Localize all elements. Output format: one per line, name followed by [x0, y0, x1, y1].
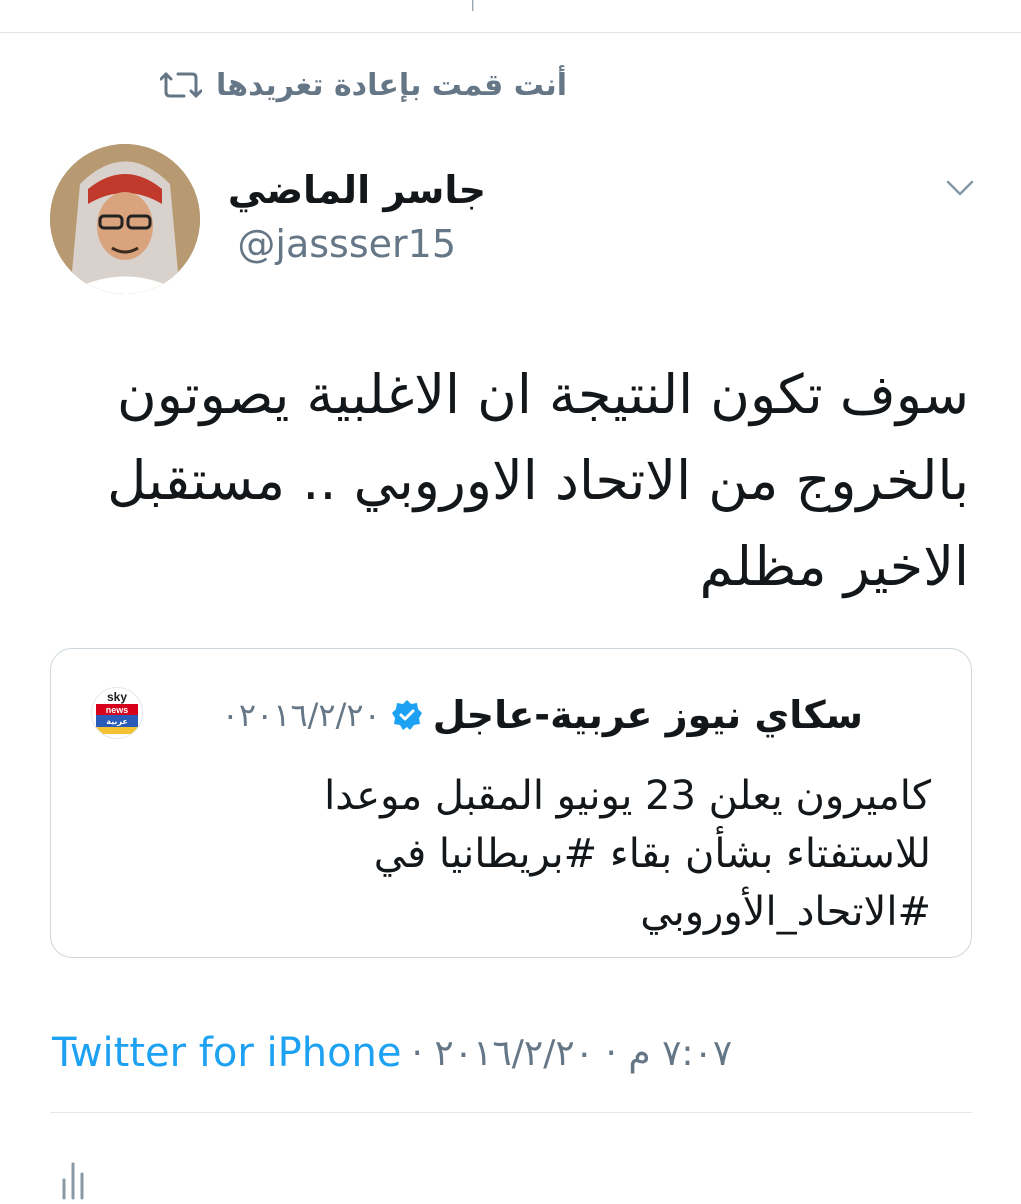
- tweet-line: الاخير مظلم: [699, 535, 969, 598]
- logo-news-text: news: [106, 705, 129, 715]
- quoted-line: #الاتحاد_الأوروبي: [640, 889, 931, 935]
- quoted-date: ٠٢٠١٦/٢/٢٠: [221, 696, 381, 734]
- quoted-line: كاميرون يعلن 23 يونيو المقبل موعدا: [324, 773, 931, 819]
- bottom-divider: [50, 1112, 972, 1113]
- top-partial-text: |: [470, 0, 476, 11]
- logo-arabic-text: عربية: [106, 717, 128, 726]
- source-link[interactable]: Twitter for iPhone: [52, 1030, 402, 1076]
- retweet-icon: [160, 70, 202, 100]
- tweet-line: بالخروج من الاتحاد الاوروبي .. مستقبل: [107, 449, 969, 512]
- quoted-author-name: سكاي نيوز عربية-عاجل: [432, 693, 863, 737]
- quoted-tweet-text: كاميرون يعلن 23 يونيو المقبل موعدا للاست…: [111, 767, 931, 941]
- tweet-text: سوف تكون النتيجة ان الاغلبية يصوتون بالخ…: [89, 352, 969, 610]
- retweet-context: أنت قمت بإعادة تغريدها: [160, 60, 567, 110]
- tweet-meta: Twitter for iPhone ٧:٠٧ م · ٢٠١٦/٢/٢٠ ·: [52, 1026, 732, 1080]
- quoted-tweet-card[interactable]: سكاي نيوز عربية-عاجل ٠٢٠١٦/٢/٢٠ sky news…: [50, 648, 972, 958]
- logo-sky-text: sky: [107, 690, 127, 704]
- tweet-line: سوف تكون النتيجة ان الاغلبية يصوتون: [117, 363, 969, 426]
- sky-news-logo-icon: sky news عربية: [91, 687, 143, 739]
- top-divider: [0, 32, 1021, 33]
- quoted-line: للاستفتاء بشأن بقاء #بريطانيا في: [373, 831, 931, 877]
- retweet-label: أنت قمت بإعادة تغريدها: [216, 67, 568, 103]
- chevron-down-icon[interactable]: [944, 176, 976, 200]
- avatar[interactable]: [50, 144, 200, 294]
- analytics-icon[interactable]: [58, 1160, 88, 1200]
- author-name[interactable]: جاسر الماضي: [228, 168, 486, 212]
- quoted-tweet-header: سكاي نيوز عربية-عاجل ٠٢٠١٦/٢/٢٠: [222, 693, 863, 737]
- tweet-datetime[interactable]: ٧:٠٧ م · ٢٠١٦/٢/٢٠ ·: [412, 1033, 733, 1074]
- author-handle[interactable]: @jassser15: [237, 222, 456, 266]
- verified-badge-icon: [391, 699, 423, 731]
